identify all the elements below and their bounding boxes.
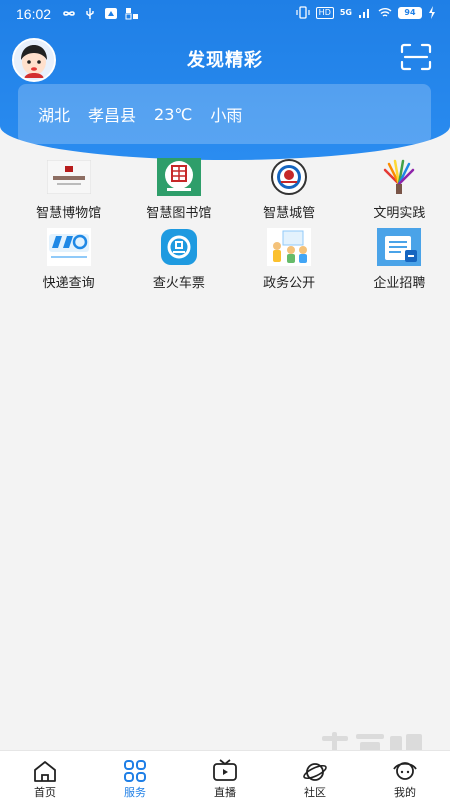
wifi-icon <box>378 8 392 17</box>
page-title: 发现精彩 <box>187 50 263 71</box>
nav-item-home[interactable]: 首页 <box>0 751 90 800</box>
service-label: 智慧博物馆 <box>36 206 102 221</box>
service-city-management[interactable]: 智慧城管 <box>239 158 340 228</box>
nav-item-community[interactable]: 社区 <box>270 751 360 800</box>
services-row-1: 智慧博物馆 智慧图书馆 智慧城管 文明实践 <box>0 158 450 228</box>
service-government-affairs[interactable]: 政务公开 <box>239 228 340 298</box>
library-icon <box>156 158 201 196</box>
app-notification-icon <box>105 8 117 19</box>
infinity-icon <box>63 11 75 16</box>
service-label: 快递查询 <box>42 276 95 291</box>
nav-item-live[interactable]: 直播 <box>180 751 270 800</box>
vibrate-icon <box>296 6 310 19</box>
express-query-icon <box>46 228 91 266</box>
service-label: 企业招聘 <box>373 276 426 291</box>
civilization-practice-icon <box>377 158 421 196</box>
home-icon <box>34 761 56 782</box>
profile-icon <box>393 762 417 780</box>
city-management-icon <box>267 158 311 196</box>
nav-item-profile[interactable]: 我的 <box>360 751 450 800</box>
service-label: 智慧城管 <box>263 206 316 221</box>
weather-province: 湖北 <box>38 106 71 125</box>
weather-county: 孝昌县 <box>88 106 137 125</box>
service-civilization-practice[interactable]: 文明实践 <box>349 158 450 228</box>
service-label: 智慧图书馆 <box>146 206 212 221</box>
services-icon <box>124 760 146 782</box>
government-affairs-icon <box>267 228 312 266</box>
charging-icon <box>429 6 435 19</box>
service-express-query[interactable]: 快递查询 <box>18 228 119 298</box>
service-label: 政务公开 <box>263 276 316 291</box>
status-bar: 16:02 HD 5G 94 <box>0 0 450 28</box>
usb-icon <box>86 8 94 19</box>
nav-label-services: 服务 <box>124 786 146 799</box>
weather-condition: 小雨 <box>210 106 243 125</box>
community-icon <box>303 763 327 781</box>
nav-label-home: 首页 <box>34 786 56 799</box>
status-time: 16:02 <box>16 6 52 22</box>
hd-badge: HD <box>315 6 334 19</box>
service-library[interactable]: 智慧图书馆 <box>128 158 229 228</box>
scan-icon[interactable] <box>400 43 432 71</box>
services-row-2: 快递查询 查火车票 政务公开 企业招聘 <box>0 228 450 298</box>
service-museum[interactable]: 智慧博物馆 <box>18 158 119 228</box>
nav-label-community: 社区 <box>304 786 326 799</box>
train-ticket-icon <box>157 228 201 266</box>
service-label: 查火车票 <box>152 276 205 291</box>
services-grid: 智慧博物馆 智慧图书馆 智慧城管 文明实践 快递查询 查火车票 政务公开 企业招… <box>0 158 450 298</box>
weather-card[interactable]: 湖北 孝昌县 23℃ 小雨 <box>18 84 431 144</box>
signal-icon <box>359 9 369 18</box>
nav-label-live: 直播 <box>214 786 236 799</box>
grid-notification-icon <box>125 8 138 20</box>
recruitment-icon <box>377 228 422 266</box>
status-notification-icons <box>62 7 139 20</box>
nav-item-services[interactable]: 服务 <box>90 751 180 800</box>
signal-type: 5G <box>339 8 352 17</box>
service-label: 文明实践 <box>373 206 426 221</box>
status-system-icons: HD 5G 94 <box>296 6 436 19</box>
nav-label-profile: 我的 <box>394 786 416 799</box>
live-tv-icon <box>213 759 237 781</box>
battery-icon: 94 <box>398 6 422 19</box>
service-recruitment[interactable]: 企业招聘 <box>349 228 450 298</box>
service-train-ticket[interactable]: 查火车票 <box>128 228 229 298</box>
museum-icon <box>46 158 91 196</box>
bottom-nav: 首页 服务 直播 社区 我的 <box>0 750 450 800</box>
weather-temperature: 23℃ <box>154 104 193 124</box>
